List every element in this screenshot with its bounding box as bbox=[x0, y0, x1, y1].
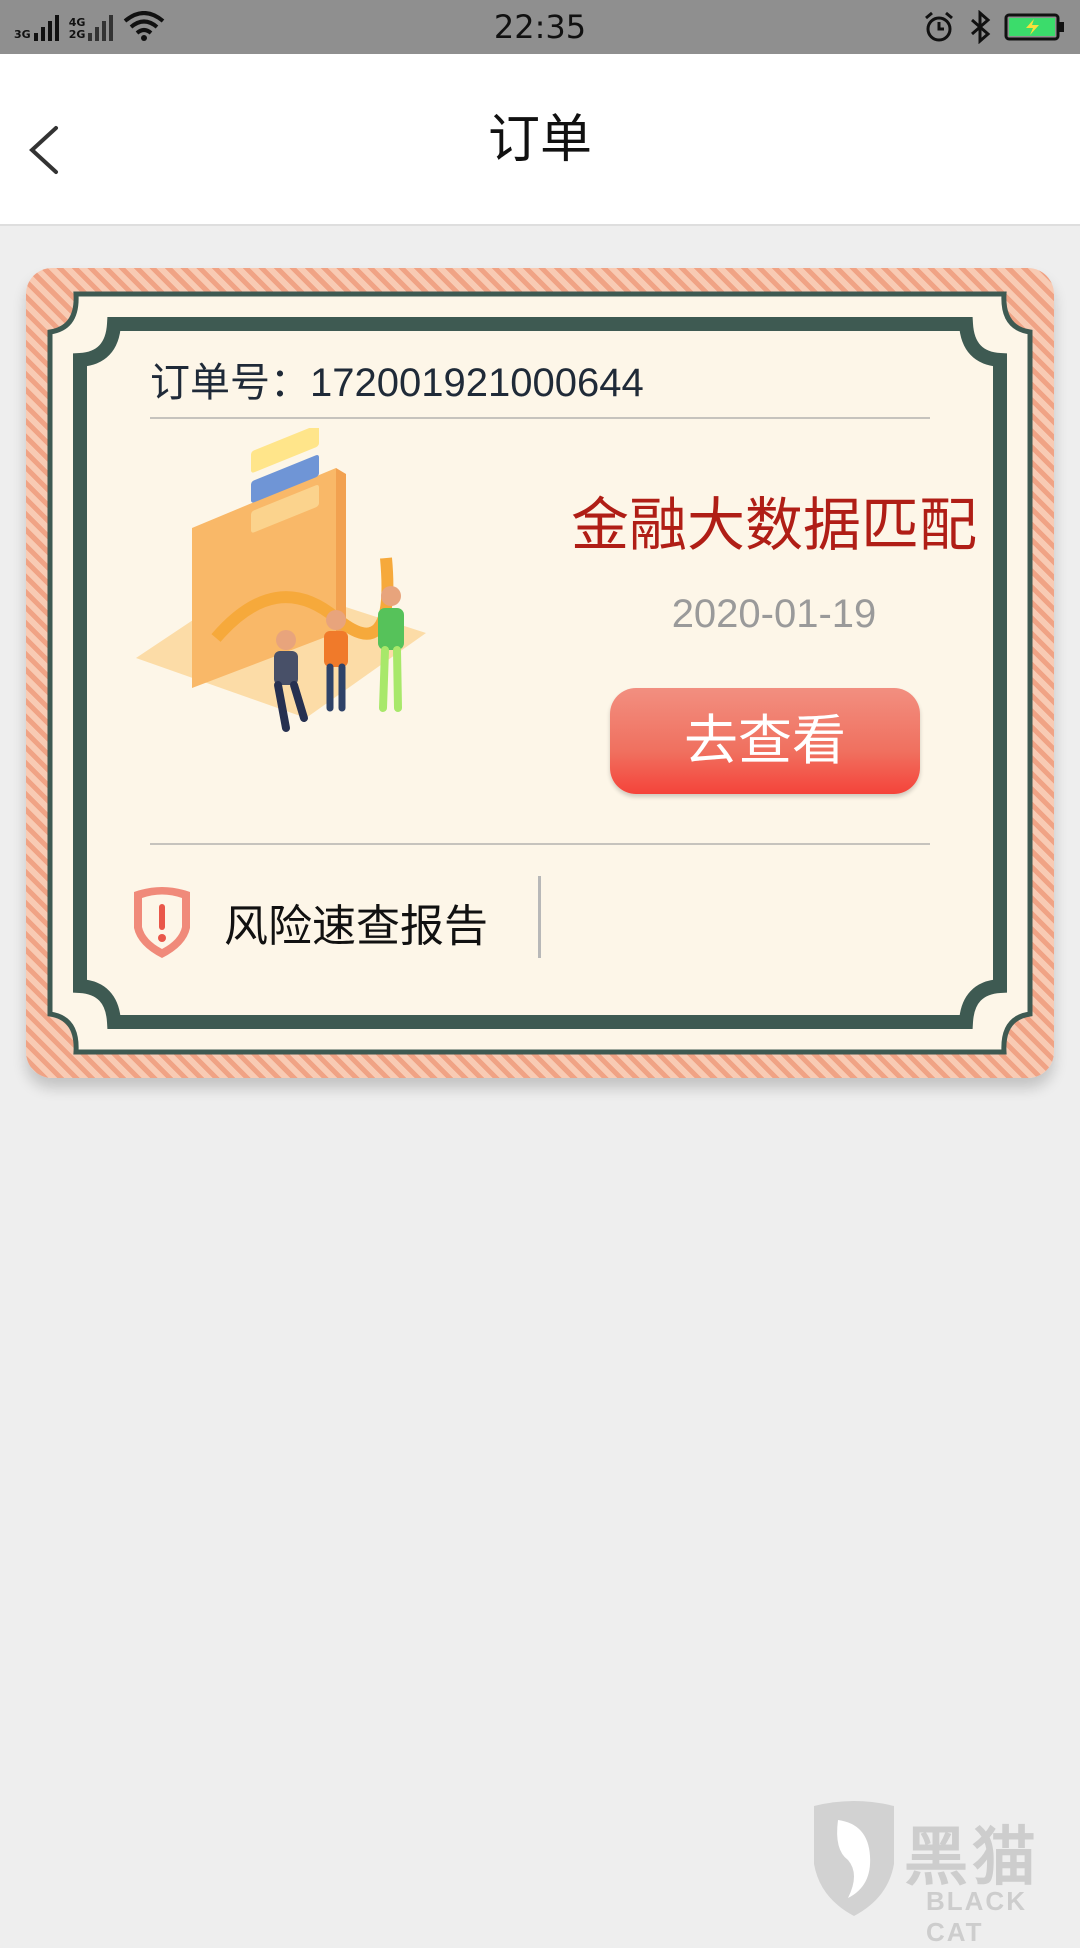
nav-bar: 订单 bbox=[0, 54, 1080, 226]
watermark-text-cn: 黑猫 bbox=[904, 1821, 1040, 1895]
status-time: 22:35 bbox=[493, 8, 587, 46]
data-analysis-illustration bbox=[136, 428, 426, 732]
order-number-label: 订单号： bbox=[150, 360, 310, 406]
bluetooth-icon bbox=[971, 10, 991, 44]
divider bbox=[150, 417, 930, 419]
page-title: 订单 bbox=[487, 110, 592, 170]
view-order-button[interactable]: 去查看 bbox=[610, 688, 920, 794]
alarm-icon bbox=[925, 11, 953, 42]
black-cat-watermark: 黑猫 BLACK CAT bbox=[808, 1800, 1080, 1947]
order-date: 2020-01-19 bbox=[671, 592, 877, 636]
status-bar: 3G 4G 2G 22:35 bbox=[0, 0, 1080, 54]
card-content: 订单号：172001921000644 金融大数据匹配 2020-01-19 去… bbox=[26, 268, 1054, 1078]
back-arrow-icon bbox=[29, 126, 58, 174]
vertical-divider bbox=[538, 876, 541, 958]
divider bbox=[150, 843, 930, 845]
battery-icon bbox=[1004, 13, 1064, 41]
order-number: 订单号：172001921000644 bbox=[150, 350, 644, 408]
product-title: 金融大数据匹配 bbox=[570, 491, 977, 559]
order-card: 订单号：172001921000644 金融大数据匹配 2020-01-19 去… bbox=[26, 268, 1054, 1078]
status-right bbox=[922, 8, 1066, 46]
shield-warning-icon bbox=[134, 887, 190, 958]
order-number-value: 172001921000644 bbox=[310, 361, 644, 405]
risk-report-label: 风险速查报告 bbox=[224, 901, 488, 952]
black-cat-logo bbox=[814, 1801, 894, 1916]
back-button[interactable] bbox=[16, 120, 76, 180]
watermark-text-en: BLACK CAT bbox=[926, 1886, 1027, 1947]
risk-report-link[interactable]: 风险速查报告 bbox=[130, 872, 488, 972]
